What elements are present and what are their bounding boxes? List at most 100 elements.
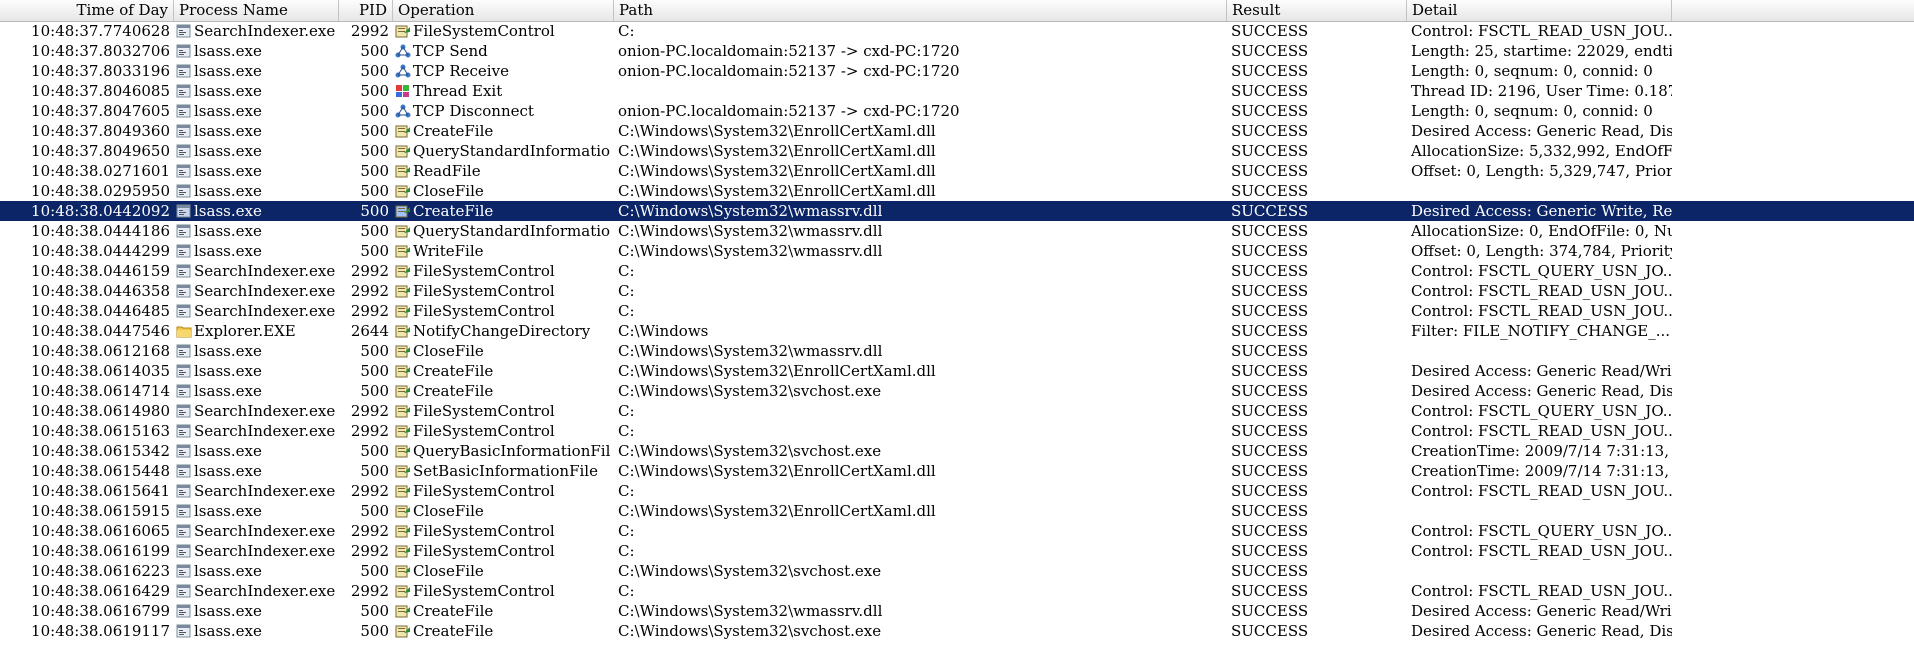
- cell-pid: 500: [360, 382, 389, 400]
- cell-time: 10:48:38.0446485: [31, 302, 170, 320]
- table-row[interactable]: 10:48:38.0295950 lsass.exe 500 CloseFile C:\…: [0, 181, 1914, 201]
- filesystem-icon: [395, 604, 411, 618]
- cell-time: 10:48:38.0444299: [31, 242, 170, 260]
- cell-operation-name: FileSystemControl: [413, 582, 555, 600]
- table-row[interactable]: 10:48:38.0444186 lsass.exe 500 QueryStandar…: [0, 221, 1914, 241]
- column-header-result[interactable]: Result: [1227, 0, 1407, 21]
- cell-detail: Desired Access: Generic Read/Writ...: [1411, 602, 1672, 620]
- cell-time: 10:48:38.0615448: [31, 462, 170, 480]
- cell-result: SUCCESS: [1231, 342, 1309, 360]
- cell-process-name: Explorer.EXE: [194, 322, 296, 340]
- cell-operation: FileSystemControl: [393, 481, 614, 501]
- cell-pid: 500: [360, 502, 389, 520]
- app-window-icon: [176, 184, 192, 198]
- column-header-path[interactable]: Path: [614, 0, 1227, 21]
- filesystem-icon: [395, 344, 411, 358]
- cell-operation: TCP Disconnect: [393, 101, 614, 121]
- table-row[interactable]: 10:48:38.0614714 lsass.exe 500 CreateFile C:…: [0, 381, 1914, 401]
- app-window-icon: [176, 484, 192, 498]
- cell-operation: CreateFile: [393, 201, 614, 221]
- cell-process-name: lsass.exe: [194, 382, 262, 400]
- cell-process: lsass.exe: [174, 121, 339, 141]
- cell-process: lsass.exe: [174, 241, 339, 261]
- cell-pid: 500: [360, 242, 389, 260]
- filesystem-icon: [395, 304, 411, 318]
- table-row[interactable]: 10:48:38.0615641 SearchIndexer.exe 2992 Fil…: [0, 481, 1914, 501]
- column-header-pid[interactable]: PID: [339, 0, 393, 21]
- cell-time: 10:48:38.0619117: [31, 622, 170, 640]
- cell-path: [614, 81, 1227, 101]
- table-row[interactable]: 10:48:38.0616223 lsass.exe 500 CloseFile C:\…: [0, 561, 1914, 581]
- cell-result: SUCCESS: [1231, 582, 1309, 600]
- cell-process-name: lsass.exe: [194, 562, 262, 580]
- cell-path: C:\Windows\System32\EnrollCertXaml.dll: [618, 142, 936, 160]
- cell-result: SUCCESS: [1231, 182, 1309, 200]
- filesystem-icon: [395, 504, 411, 518]
- cell-operation-name: CloseFile: [413, 342, 484, 360]
- cell-result: SUCCESS: [1231, 442, 1309, 460]
- table-row[interactable]: 10:48:38.0615163 SearchIndexer.exe 2992 Fil…: [0, 421, 1914, 441]
- cell-pid: 500: [360, 202, 389, 220]
- cell-detail: CreationTime: 2009/7/14 7:31:13, ...: [1411, 442, 1672, 460]
- table-row[interactable]: 10:48:37.8033196 lsass.exe 500 TCP Receive o…: [0, 61, 1914, 81]
- cell-operation-name: FileSystemControl: [413, 522, 555, 540]
- cell-path: C:\Windows\System32\wmassrv.dll: [618, 202, 883, 220]
- table-row[interactable]: 10:48:38.0615448 lsass.exe 500 SetBasicInfo…: [0, 461, 1914, 481]
- table-row[interactable]: 10:48:37.8049360 lsass.exe 500 CreateFile C:…: [0, 121, 1914, 141]
- column-header-operation[interactable]: Operation: [393, 0, 614, 21]
- table-row[interactable]: 10:48:38.0446485 SearchIndexer.exe 2992 Fil…: [0, 301, 1914, 321]
- column-header-time[interactable]: Time of Day: [0, 0, 174, 21]
- column-header-filler: [1672, 0, 1914, 21]
- cell-time: 10:48:38.0616065: [31, 522, 170, 540]
- table-row[interactable]: 10:48:38.0616799 lsass.exe 500 CreateFile C:…: [0, 601, 1914, 621]
- filesystem-icon: [395, 484, 411, 498]
- cell-operation-name: FileSystemControl: [413, 22, 555, 40]
- cell-process: SearchIndexer.exe: [174, 521, 339, 541]
- event-grid[interactable]: Time of Day Process Name PID Operation P…: [0, 0, 1914, 645]
- table-row[interactable]: 10:48:38.0616199 SearchIndexer.exe 2992 Fil…: [0, 541, 1914, 561]
- table-row[interactable]: 10:48:38.0614035 lsass.exe 500 CreateFile C:…: [0, 361, 1914, 381]
- table-row[interactable]: 10:48:38.0444299 lsass.exe 500 WriteFile C:\…: [0, 241, 1914, 261]
- table-row[interactable]: 10:48:37.8032706 lsass.exe 500 TCP Send onio…: [0, 41, 1914, 61]
- cell-detail: Control: FSCTL_QUERY_USN_JO...: [1411, 522, 1672, 540]
- cell-operation-name: SetBasicInformationFile: [413, 462, 598, 480]
- table-row[interactable]: 10:48:38.0271601 lsass.exe 500 ReadFile C:\W…: [0, 161, 1914, 181]
- column-header-bar: Time of Day Process Name PID Operation P…: [0, 0, 1914, 22]
- cell-time: 10:48:37.8032706: [31, 42, 170, 60]
- app-window-icon: [176, 24, 192, 38]
- cell-result: SUCCESS: [1231, 42, 1309, 60]
- table-row[interactable]: 10:48:37.8049650 lsass.exe 500 QueryStandar…: [0, 141, 1914, 161]
- table-row[interactable]: 10:48:37.8047605 lsass.exe 500 TCP Disconne…: [0, 101, 1914, 121]
- app-window-icon: [176, 64, 192, 78]
- app-window-icon: [176, 564, 192, 578]
- column-header-detail[interactable]: Detail: [1407, 0, 1672, 21]
- cell-detail: Desired Access: Generic Write, Rea...: [1411, 202, 1672, 220]
- table-row[interactable]: 10:48:38.0447546 Explorer.EXE 2644 NotifyCh…: [0, 321, 1914, 341]
- table-row[interactable]: 10:48:38.0616429 SearchIndexer.exe 2992 Fil…: [0, 581, 1914, 601]
- table-row[interactable]: 10:48:37.8046085 lsass.exe 500 Thread Exit S…: [0, 81, 1914, 101]
- cell-process-name: lsass.exe: [194, 462, 262, 480]
- table-row[interactable]: 10:48:38.0615342 lsass.exe 500 QueryBasicIn…: [0, 441, 1914, 461]
- table-row[interactable]: 10:48:38.0615915 lsass.exe 500 CloseFile C:\…: [0, 501, 1914, 521]
- table-row[interactable]: 10:48:38.0619117 lsass.exe 500 CreateFile C:…: [0, 621, 1914, 641]
- cell-pid: 500: [360, 462, 389, 480]
- cell-process-name: lsass.exe: [194, 182, 262, 200]
- table-row[interactable]: 10:48:38.0614980 SearchIndexer.exe 2992 Fil…: [0, 401, 1914, 421]
- column-header-process[interactable]: Process Name: [174, 0, 339, 21]
- filesystem-icon: [395, 184, 411, 198]
- cell-path: C:\Windows: [618, 322, 709, 340]
- table-row[interactable]: 10:48:37.7740628 SearchIndexer.exe 2992 Fil…: [0, 21, 1914, 41]
- cell-time: 10:48:38.0616429: [31, 582, 170, 600]
- table-row[interactable]: 10:48:38.0446358 SearchIndexer.exe 2992 Fil…: [0, 281, 1914, 301]
- table-row[interactable]: 10:48:38.0612168 lsass.exe 500 CloseFile C:\…: [0, 341, 1914, 361]
- table-row[interactable]: 10:48:38.0616065 SearchIndexer.exe 2992 Fil…: [0, 521, 1914, 541]
- cell-operation-name: FileSystemControl: [413, 402, 555, 420]
- cell-process: lsass.exe: [174, 181, 339, 201]
- app-window-icon: [176, 304, 192, 318]
- app-window-icon: [176, 244, 192, 258]
- cell-path: C:\Windows\System32\EnrollCertXaml.dll: [618, 362, 936, 380]
- table-row[interactable]: 10:48:38.0442092 lsass.exe 500 CreateFile C:…: [0, 201, 1914, 221]
- table-row[interactable]: 10:48:38.0446159 SearchIndexer.exe 2992 Fil…: [0, 261, 1914, 281]
- cell-operation-name: CreateFile: [413, 382, 494, 400]
- filesystem-icon: [395, 624, 411, 638]
